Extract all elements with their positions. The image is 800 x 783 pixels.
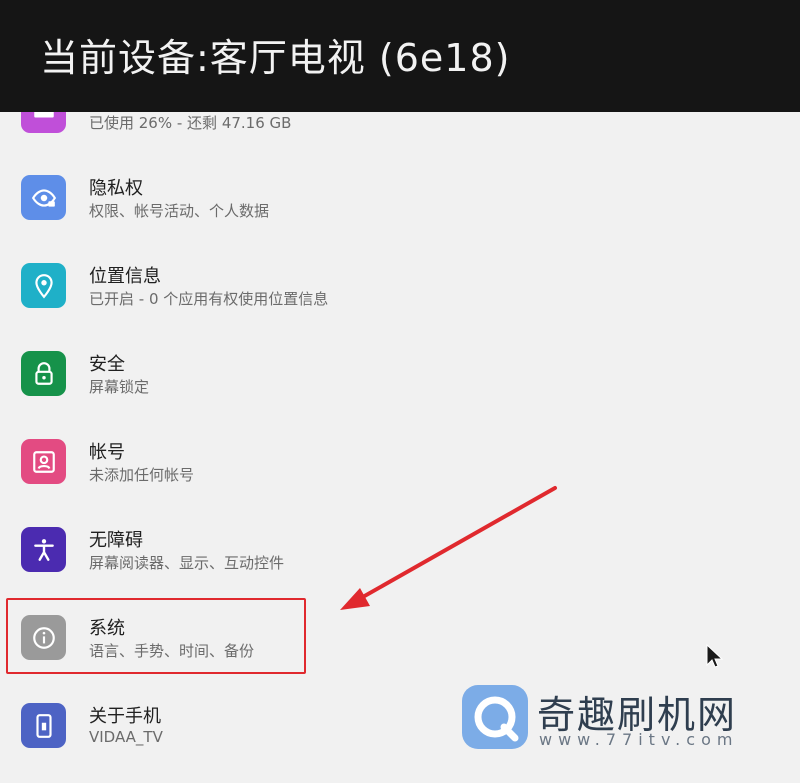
- settings-item-title: 帐号: [89, 442, 125, 463]
- lock-icon: [21, 351, 66, 396]
- settings-item-title: 位置信息: [89, 266, 161, 287]
- phone-icon: [21, 703, 66, 748]
- settings-item-subtitle: 权限、帐号活动、个人数据: [89, 202, 270, 220]
- watermark-url: www.77itv.com: [539, 730, 739, 749]
- settings-item-subtitle: 已开启 - 0 个应用有权使用位置信息: [89, 290, 329, 308]
- annotation-arrow-icon: [340, 486, 557, 610]
- settings-item-subtitle: 已使用 26% - 还剩 47.16 GB: [89, 114, 292, 132]
- settings-item-security[interactable]: 安全 屏幕锁定: [0, 348, 800, 428]
- settings-item-title: 安全: [89, 354, 125, 375]
- settings-item-privacy[interactable]: 隐私权 权限、帐号活动、个人数据: [0, 172, 800, 252]
- settings-item-title: 隐私权: [89, 178, 143, 199]
- settings-item-subtitle: 屏幕阅读器、显示、互动控件: [89, 554, 285, 572]
- highlight-box: [6, 598, 306, 674]
- settings-item-title: 无障碍: [89, 530, 143, 551]
- accessibility-icon: [21, 527, 66, 572]
- privacy-eye-icon: [21, 175, 66, 220]
- title-bar: 当前设备:客厅电视 (6e18): [0, 0, 800, 112]
- account-icon: [21, 439, 66, 484]
- mouse-cursor-icon: [706, 643, 723, 668]
- settings-item-subtitle: 屏幕锁定: [89, 378, 150, 396]
- settings-item-location[interactable]: 位置信息 已开启 - 0 个应用有权使用位置信息: [0, 260, 800, 340]
- location-pin-icon: [21, 263, 66, 308]
- settings-item-subtitle: 未添加任何帐号: [89, 466, 195, 484]
- settings-item-storage[interactable]: 已使用 26% - 还剩 47.16 GB: [0, 112, 800, 140]
- storage-icon: [21, 112, 66, 133]
- settings-item-title: 关于手机: [89, 706, 161, 727]
- page-title: 当前设备:客厅电视 (6e18): [40, 36, 511, 80]
- settings-item-subtitle: VIDAA_TV: [89, 728, 163, 746]
